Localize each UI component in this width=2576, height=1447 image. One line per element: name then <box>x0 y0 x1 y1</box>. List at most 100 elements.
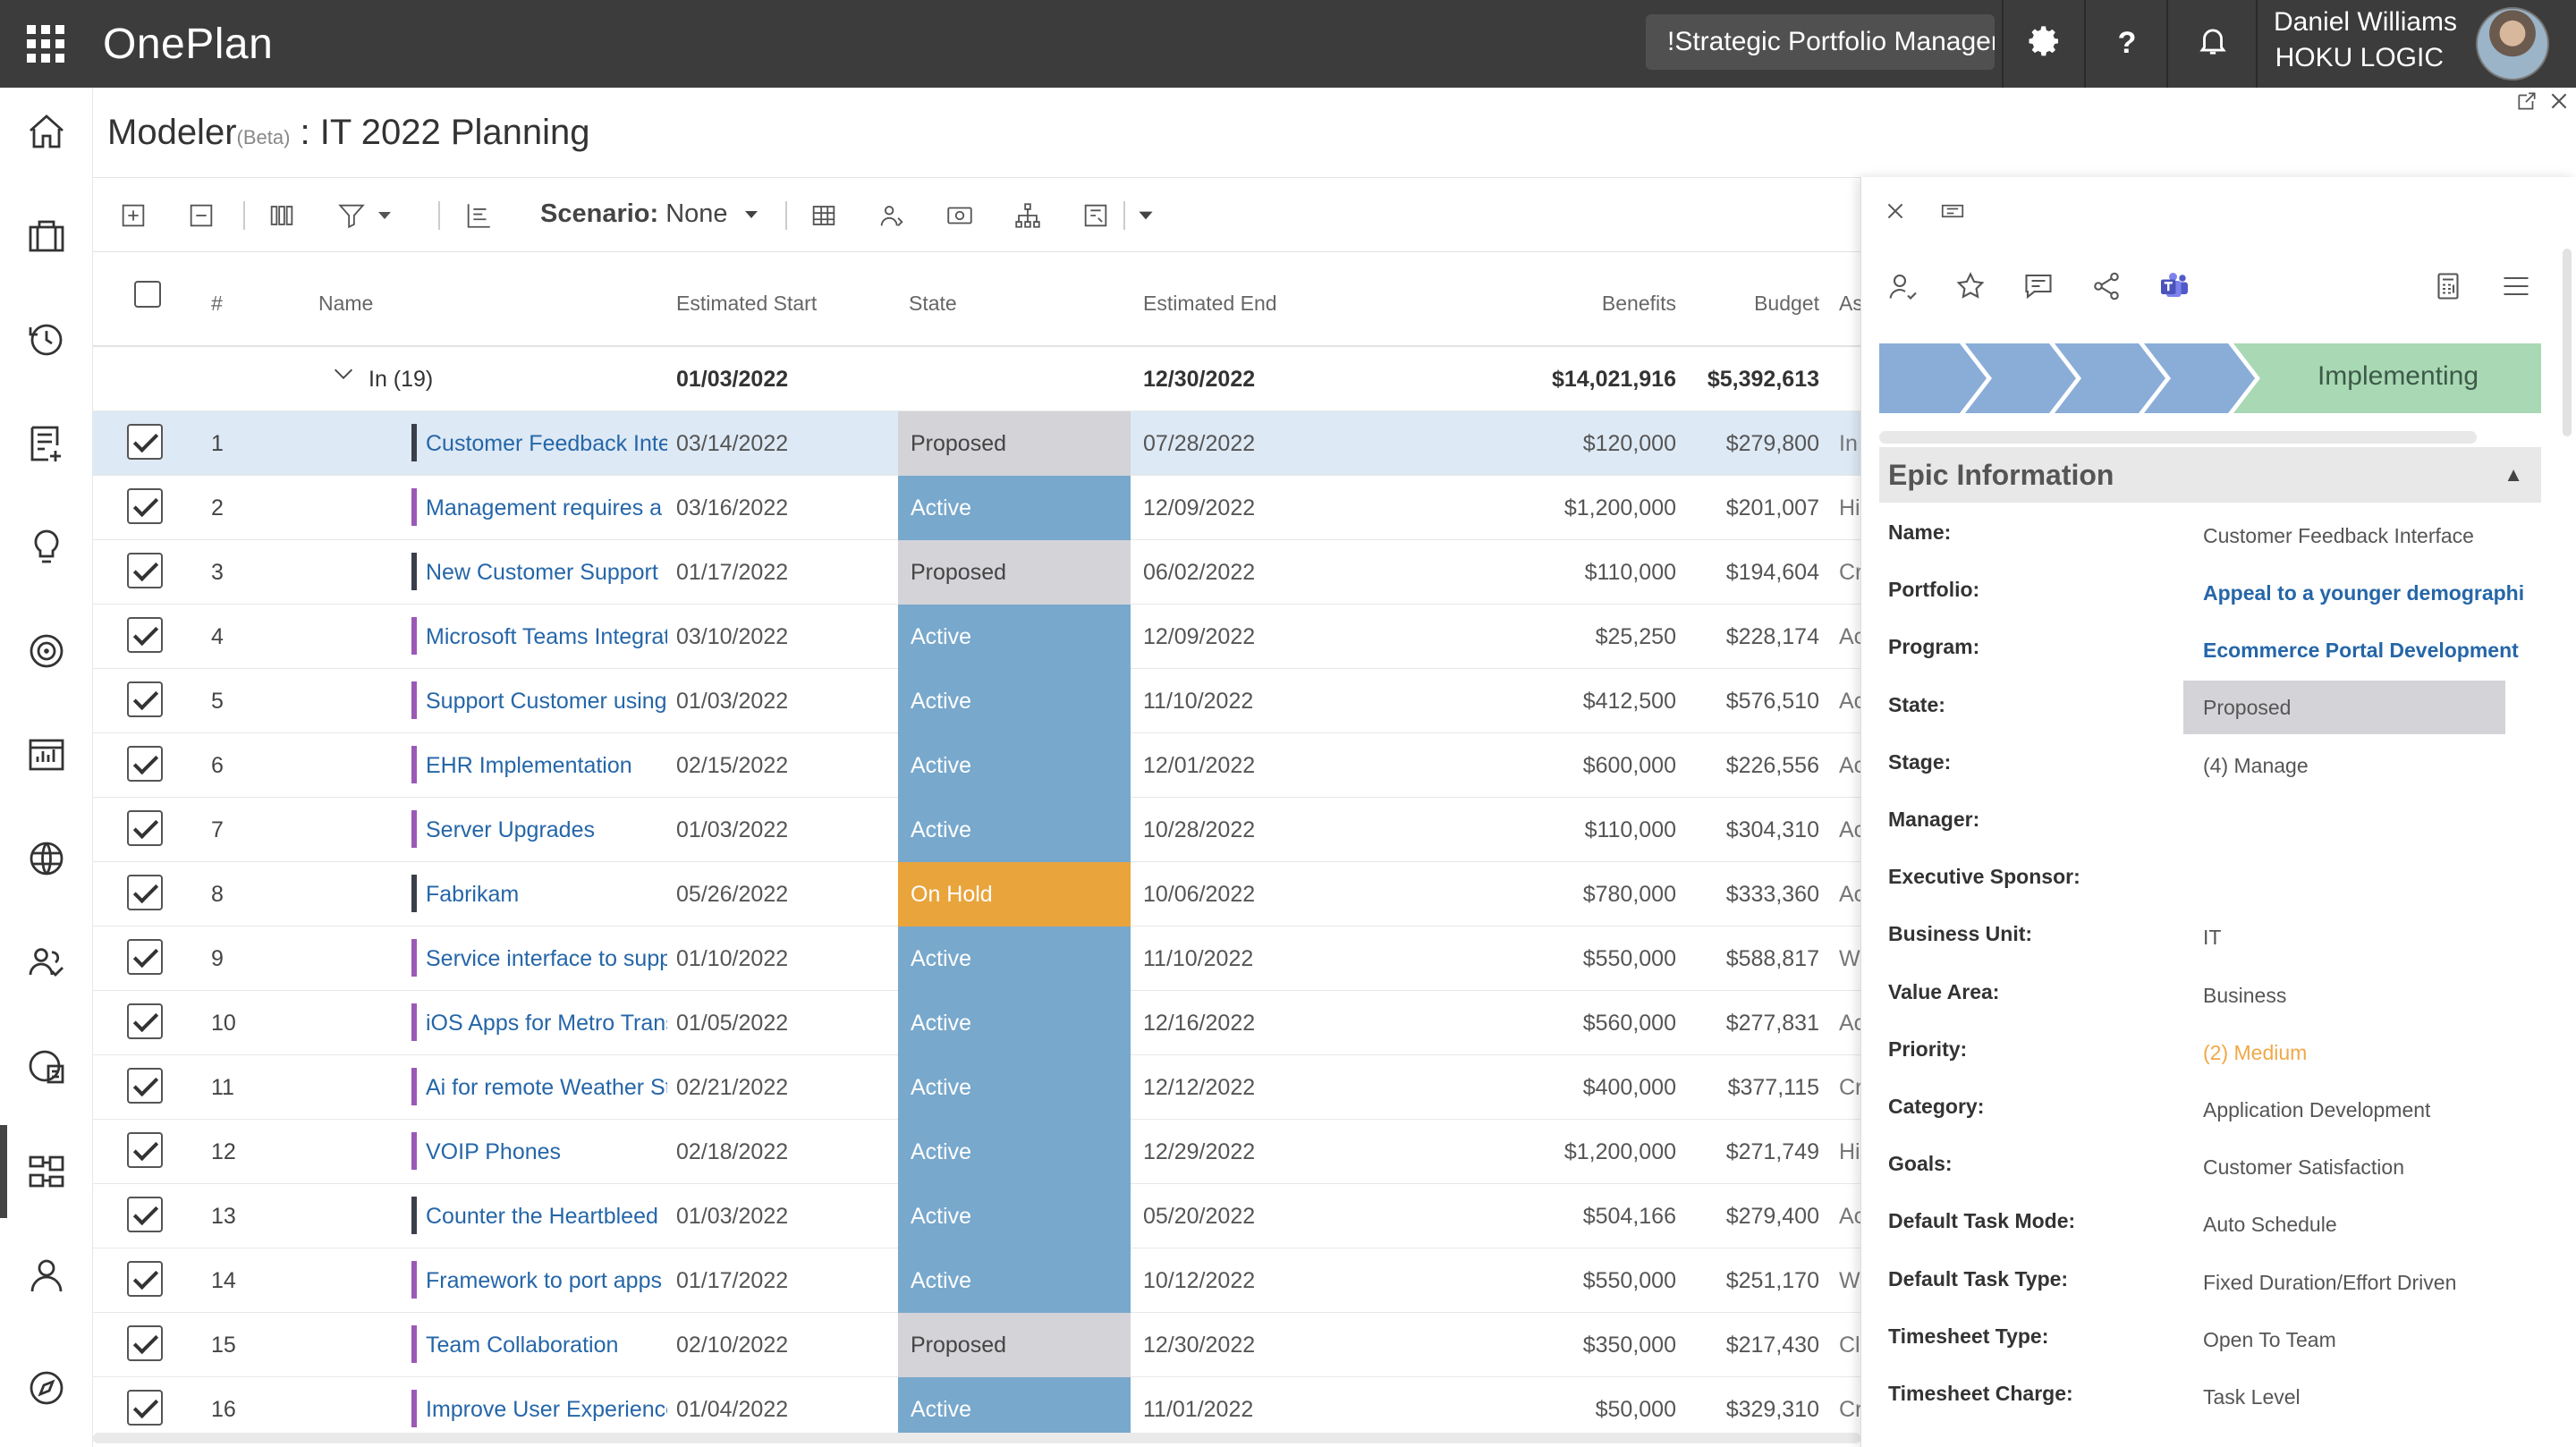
lightbulb-icon[interactable] <box>0 512 93 583</box>
target-icon[interactable] <box>0 615 93 687</box>
row-name-link[interactable]: Customer Feedback Interface <box>426 431 667 457</box>
table-row[interactable]: 11 Ai for remote Weather Stations 02/21/20… <box>93 1055 1860 1120</box>
globe-icon[interactable] <box>0 823 93 894</box>
menu-icon[interactable] <box>2496 267 2536 306</box>
group-row[interactable]: In (19) 01/03/2022 12/30/2022 $14,021,91… <box>93 347 1860 411</box>
share-icon[interactable] <box>2087 267 2126 306</box>
row-checkbox[interactable] <box>127 1068 163 1104</box>
row-checkbox[interactable] <box>127 1132 163 1168</box>
field-value[interactable]: Appeal to a younger demographic <box>2203 581 2525 605</box>
row-state[interactable]: Active <box>898 1184 1131 1248</box>
table-row[interactable]: 7 Server Upgrades 01/03/2022 Active 10/28/20… <box>93 798 1860 862</box>
table-row[interactable]: 13 Counter the Heartbleed 01/03/2022 Active… <box>93 1184 1860 1248</box>
history-icon[interactable] <box>0 304 93 376</box>
calculator-icon[interactable] <box>2428 267 2468 306</box>
resources-icon[interactable] <box>877 198 907 233</box>
close-icon[interactable] <box>2547 89 2571 119</box>
header-state[interactable]: State <box>909 292 957 316</box>
row-checkbox[interactable] <box>127 939 163 975</box>
home-icon[interactable] <box>0 97 93 168</box>
horizontal-scrollbar[interactable] <box>93 1433 1860 1443</box>
field-value[interactable]: Proposed <box>2183 680 2505 734</box>
row-name-link[interactable]: Framework to port apps <box>426 1268 667 1294</box>
avatar[interactable] <box>2476 7 2549 80</box>
select-all-checkbox[interactable] <box>134 281 161 308</box>
waffle-icon[interactable] <box>27 25 64 63</box>
row-name-link[interactable]: Ai for remote Weather Stations <box>426 1075 667 1101</box>
bell-icon[interactable] <box>2193 23 2233 63</box>
header-start[interactable]: Estimated Start <box>676 292 817 316</box>
table-row[interactable]: 14 Framework to port apps 01/17/2022 Active… <box>93 1248 1860 1313</box>
header-extra[interactable]: As <box>1839 292 1860 316</box>
row-state[interactable]: On Hold <box>898 862 1131 927</box>
row-state[interactable]: Active <box>898 733 1131 798</box>
row-name-link[interactable]: Service interface to support <box>426 946 667 972</box>
star-icon[interactable] <box>1951 267 1990 306</box>
collapse-caret-icon[interactable]: ▲ <box>2504 447 2523 503</box>
close-icon[interactable] <box>1877 193 1913 229</box>
field-value[interactable]: Ecommerce Portal Development <box>2203 639 2519 663</box>
header-benefits[interactable]: Benefits <box>1435 292 1676 316</box>
table-row[interactable]: 10 iOS Apps for Metro Transit 01/05/2022 Ac… <box>93 991 1860 1055</box>
person-icon[interactable] <box>0 1240 93 1311</box>
vertical-scrollbar[interactable] <box>2563 249 2572 436</box>
table-row[interactable]: 3 New Customer Support 01/17/2022 Proposed 0… <box>93 540 1860 605</box>
row-state[interactable]: Proposed <box>898 1313 1131 1377</box>
report-view-icon[interactable] <box>1080 198 1111 233</box>
chevron-down-icon[interactable] <box>1134 198 1157 233</box>
row-checkbox[interactable] <box>127 1261 163 1297</box>
row-name-link[interactable]: Team Collaboration <box>426 1333 667 1358</box>
row-state[interactable]: Proposed <box>898 411 1131 476</box>
row-state[interactable]: Proposed <box>898 540 1131 605</box>
row-name-link[interactable]: Management requires a <box>426 495 667 521</box>
table-row[interactable]: 9 Service interface to support 01/10/2022 A… <box>93 927 1860 991</box>
user-name[interactable]: Daniel Williams <box>2274 7 2457 38</box>
table-row[interactable]: 12 VOIP Phones 02/18/2022 Active 12/29/2022 $… <box>93 1120 1860 1184</box>
chevron-down-icon[interactable] <box>331 361 356 393</box>
row-checkbox[interactable] <box>127 488 163 524</box>
row-checkbox[interactable] <box>127 810 163 846</box>
table-row[interactable]: 5 Support Customer using 01/03/2022 Active 1… <box>93 669 1860 733</box>
table-row[interactable]: 1 Customer Feedback Interface 03/14/2022 Pr… <box>93 411 1860 476</box>
popout-icon[interactable] <box>2515 89 2538 119</box>
people-check-icon[interactable] <box>0 927 93 998</box>
row-checkbox[interactable] <box>127 553 163 588</box>
row-name-link[interactable]: Counter the Heartbleed <box>426 1204 667 1230</box>
row-state[interactable]: Active <box>898 476 1131 540</box>
table-row[interactable]: 6 EHR Implementation 02/15/2022 Active 12/01… <box>93 733 1860 798</box>
columns-icon[interactable] <box>267 198 297 233</box>
row-name-link[interactable]: VOIP Phones <box>426 1139 667 1165</box>
row-checkbox[interactable] <box>127 424 163 460</box>
row-checkbox[interactable] <box>127 1325 163 1361</box>
app-brand[interactable]: OnePlan <box>103 20 273 69</box>
row-state[interactable]: Active <box>898 798 1131 862</box>
money-icon[interactable] <box>945 198 975 233</box>
chart-icon[interactable] <box>0 719 93 791</box>
scenario-selector[interactable]: Scenario: None <box>540 199 762 229</box>
row-name-link[interactable]: iOS Apps for Metro Transit <box>426 1011 667 1037</box>
row-checkbox[interactable] <box>127 1197 163 1232</box>
row-name-link[interactable]: New Customer Support <box>426 560 667 586</box>
assign-person-icon[interactable] <box>1883 267 1922 306</box>
row-state[interactable]: Active <box>898 1248 1131 1313</box>
report-icon[interactable] <box>0 1030 93 1102</box>
help-icon[interactable]: ? <box>2107 23 2147 63</box>
compass-icon[interactable] <box>0 1352 93 1424</box>
row-checkbox[interactable] <box>127 875 163 910</box>
gear-icon[interactable] <box>2025 23 2064 63</box>
pin-icon[interactable] <box>1935 193 1970 229</box>
align-icon[interactable] <box>463 198 494 233</box>
row-name-link[interactable]: Support Customer using <box>426 689 667 715</box>
role-selector[interactable]: !Strategic Portfolio Manager <box>1646 14 1995 70</box>
row-checkbox[interactable] <box>127 617 163 653</box>
table-row[interactable]: 4 Microsoft Teams Integration 03/10/2022 Ac… <box>93 605 1860 669</box>
row-name-link[interactable]: EHR Implementation <box>426 753 667 779</box>
collapse-all-icon[interactable] <box>186 198 216 233</box>
row-name-link[interactable]: Improve User Experience <box>426 1397 667 1423</box>
teams-icon[interactable] <box>2155 267 2194 306</box>
row-state[interactable]: Active <box>898 1120 1131 1184</box>
row-checkbox[interactable] <box>127 746 163 782</box>
row-checkbox[interactable] <box>127 1003 163 1039</box>
row-name-link[interactable]: Fabrikam <box>426 882 667 908</box>
table-row[interactable]: 15 Team Collaboration 02/10/2022 Proposed 12… <box>93 1313 1860 1377</box>
